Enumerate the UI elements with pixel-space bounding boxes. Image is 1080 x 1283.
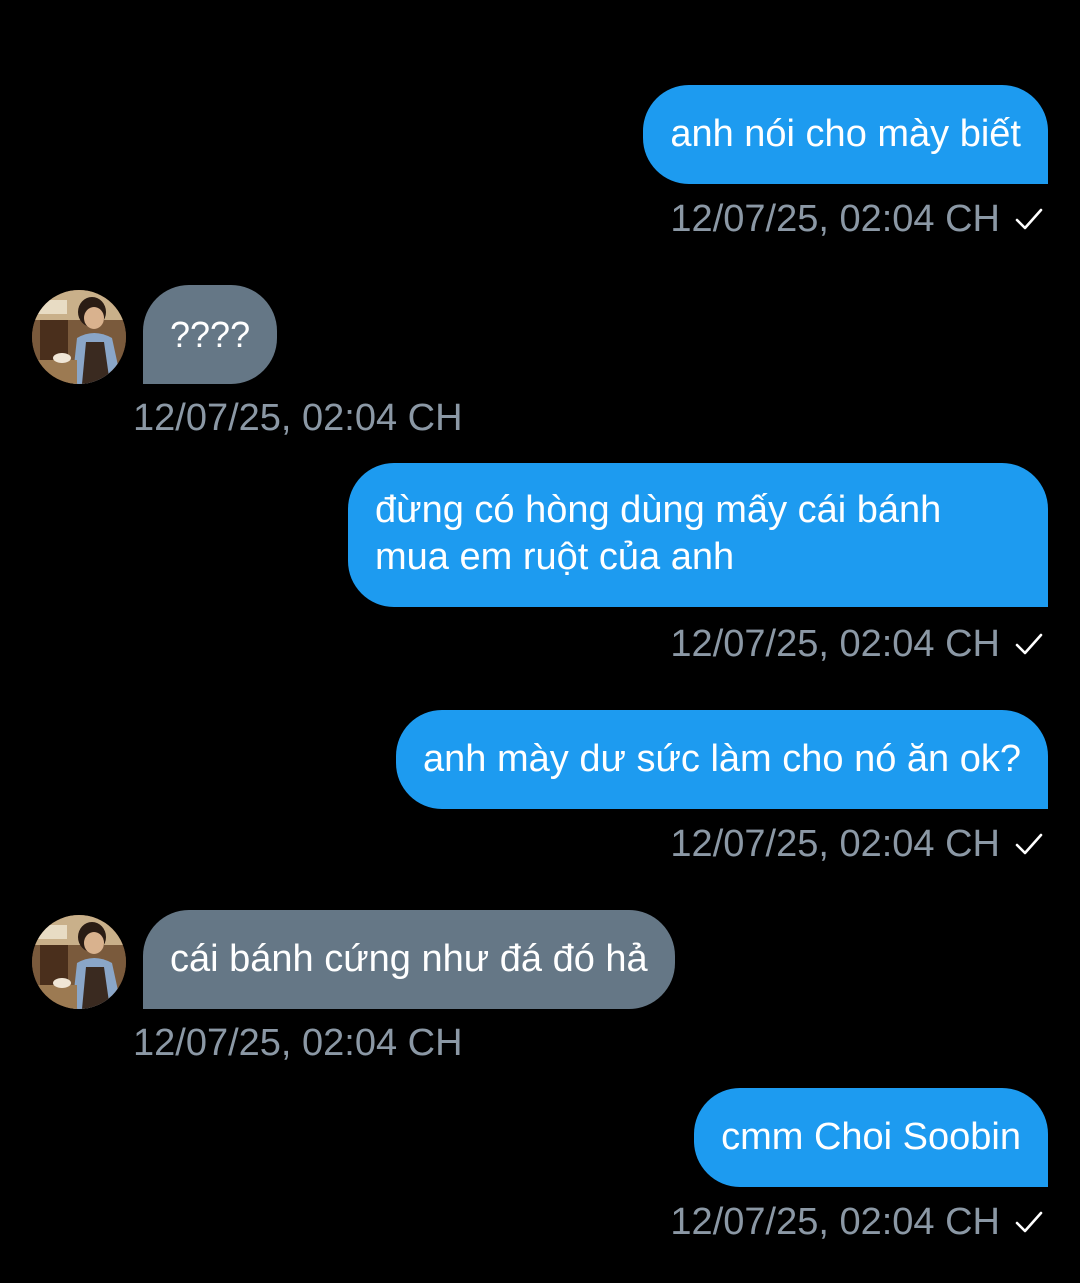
message-bubble-incoming[interactable]: cái bánh cứng như đá đó hả [143,910,675,1009]
message-bubble-outgoing[interactable]: đừng có hòng dùng mấy cái bánh mua em ru… [348,463,1048,607]
message-text: cái bánh cứng như đá đó hả [170,938,648,980]
message-text: ???? [170,314,251,355]
message-timestamp: 12/07/25, 02:04 CH [670,197,1044,241]
timestamp-text: 12/07/25, 02:04 CH [670,1201,1000,1243]
check-icon [1014,629,1044,659]
check-icon [1014,829,1044,859]
timestamp-text: 12/07/25, 02:04 CH [670,823,1000,865]
timestamp-text: 12/07/25, 02:04 CH [670,198,1000,240]
message-bubble-outgoing[interactable]: anh mày dư sức làm cho nó ăn ok? [396,710,1048,809]
message-timestamp: 12/07/25, 02:04 CH [133,397,463,439]
check-icon [1014,204,1044,234]
message-timestamp: 12/07/25, 02:04 CH [670,622,1044,666]
message-bubble-outgoing[interactable]: cmm Choi Soobin [694,1088,1048,1187]
message-text: anh nói cho mày biết [670,113,1021,155]
message-text: anh mày dư sức làm cho nó ăn ok? [423,738,1021,780]
contact-avatar[interactable] [32,915,126,1009]
message-timestamp: 12/07/25, 02:04 CH [133,1022,463,1064]
message-text: đừng có hòng dùng mấy cái bánh mua em ru… [375,489,942,578]
message-bubble-incoming[interactable]: ???? [143,285,278,384]
contact-avatar[interactable] [32,290,126,384]
message-text: cmm Choi Soobin [721,1116,1021,1158]
timestamp-text: 12/07/25, 02:04 CH [670,623,1000,665]
message-timestamp: 12/07/25, 02:04 CH [670,1200,1044,1244]
message-timestamp: 12/07/25, 02:04 CH [670,822,1044,866]
message-bubble-outgoing[interactable]: anh nói cho mày biết [643,85,1048,184]
check-icon [1014,1207,1044,1237]
